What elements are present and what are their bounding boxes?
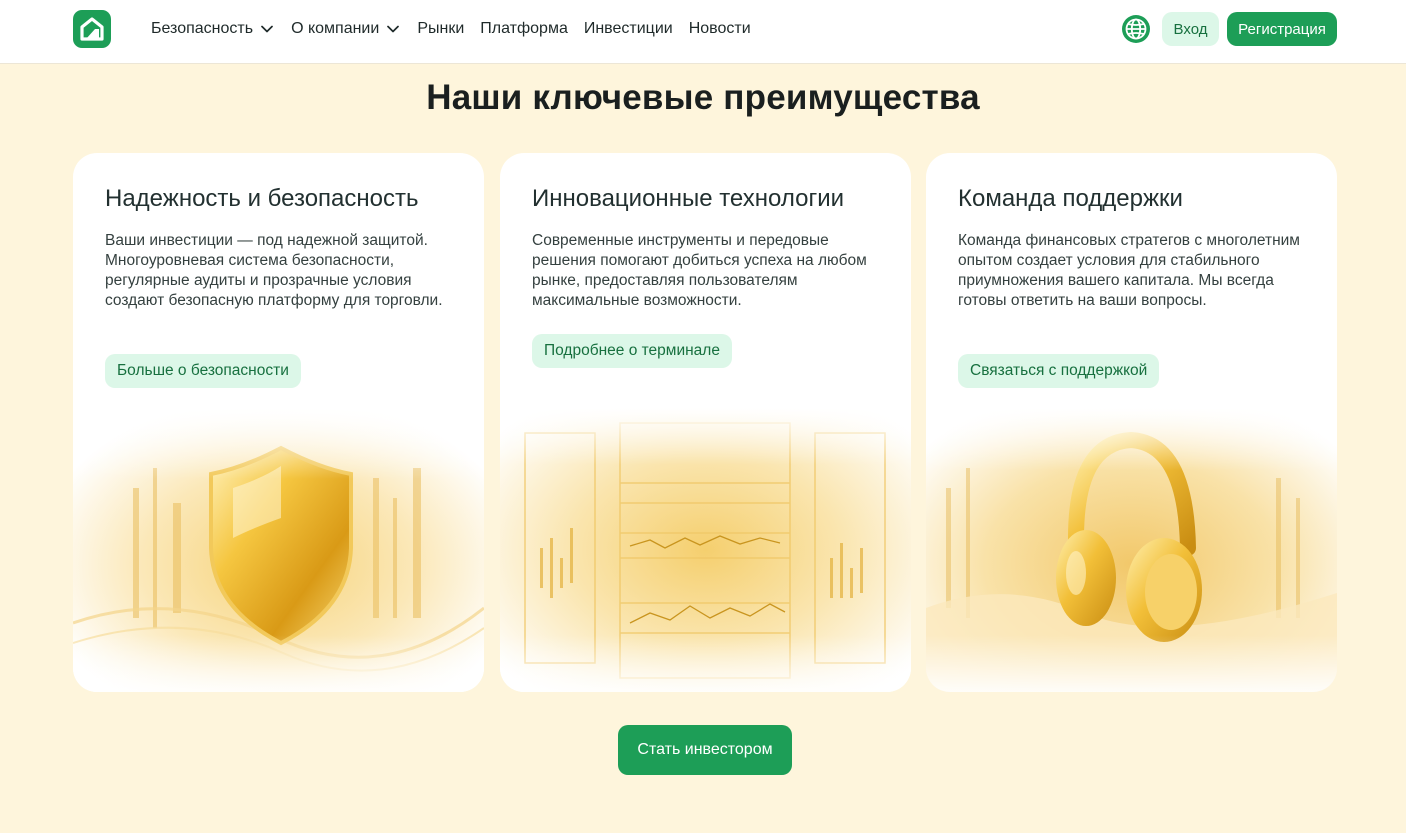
terminal-more-button[interactable]: Подробнее о терминале [532,334,732,368]
card-title: Надежность и безопасность [105,185,419,212]
nav-item-markets[interactable]: Рынки [417,20,464,38]
card-title: Команда поддержки [958,185,1183,212]
nav-item-security[interactable]: Безопасность [151,20,275,38]
login-button[interactable]: Вход [1162,12,1219,46]
contact-support-button[interactable]: Связаться с поддержкой [958,354,1160,388]
nav-item-label: Платформа [480,20,568,37]
trading-terminal-icon [500,408,911,692]
nav-item-news[interactable]: Новости [689,20,751,38]
nav-item-label: Безопасность [151,20,254,37]
card-description: Команда финансовых стратегов с многолетн… [958,232,1300,309]
chevron-down-icon [387,25,400,33]
nav-item-label: Рынки [417,20,465,37]
become-investor-button[interactable]: Стать инвестором [618,725,792,775]
nav-item-platform[interactable]: Платформа [480,20,568,38]
nav-item-investments[interactable]: Инвестиции [584,20,673,38]
card-description: Современные инструменты и передовые реше… [532,232,867,309]
advantage-card-support: Команда поддержки Команда финансовых стр… [926,153,1337,692]
card-description: Ваши инвестиции — под надежной защитой. … [105,232,443,309]
chevron-down-icon [261,25,273,33]
security-more-button[interactable]: Больше о безопасности [105,354,301,388]
globe-icon[interactable] [1120,13,1152,45]
advantage-card-security: Надежность и безопасность Ваши инвестици… [73,153,484,692]
section-title: Наши ключевые преимущества [426,78,980,117]
gold-shield-icon [73,408,484,692]
advantage-card-technology: Инновационные технологии Современные инс… [500,153,911,692]
gold-headphones-icon [926,408,1337,692]
register-button[interactable]: Регистрация [1227,12,1337,46]
site-header: Безопасность О компании Рынки Платформа … [0,0,1406,64]
nav-item-label: О компании [291,20,380,37]
card-title: Инновационные технологии [532,185,845,212]
nav-item-label: Инвестиции [583,20,673,37]
nav-item-about[interactable]: О компании [291,20,401,38]
brand-logo-icon[interactable] [73,10,111,48]
main-nav: Безопасность О компании Рынки Платформа … [151,0,767,58]
nav-item-label: Новости [688,20,751,37]
